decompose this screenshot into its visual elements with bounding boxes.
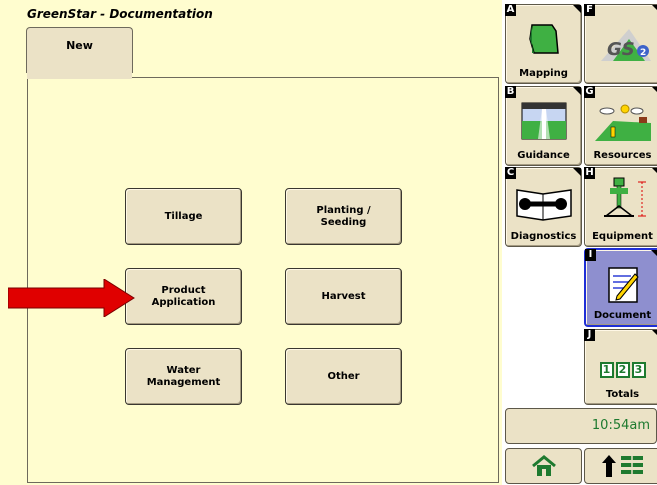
resources-button[interactable]: G Resources	[584, 86, 657, 166]
screen: GreenStar - Documentation New Tillage Pl…	[0, 0, 657, 485]
gs2-button[interactable]: F GS 2	[584, 4, 657, 84]
equipment-button[interactable]: H Equipment	[584, 167, 657, 247]
gs2-logo-icon: GS 2	[600, 29, 651, 61]
home-icon	[531, 455, 556, 476]
document-button[interactable]: I Document	[584, 248, 657, 327]
svg-text:2: 2	[640, 48, 646, 58]
planting-seeding-button[interactable]: Planting / Seeding	[285, 188, 402, 245]
tab-new[interactable]: New	[26, 27, 133, 73]
key-j-label: J	[584, 329, 595, 341]
totals-button[interactable]: J 1 2 3 Totals	[584, 329, 657, 405]
diagnostics-button[interactable]: C Diagnostics	[505, 167, 582, 247]
totals-digit: 2	[615, 362, 630, 378]
corner-marker	[651, 250, 657, 258]
guidance-label: Guidance	[517, 150, 570, 161]
up-menu-button[interactable]	[584, 448, 657, 484]
key-h-label: H	[584, 167, 595, 179]
document-icon	[607, 267, 639, 303]
totals-digit: 1	[599, 362, 614, 378]
app-title: GreenStar - Documentation	[27, 7, 213, 21]
key-i-label: I	[585, 249, 596, 261]
red-arrow-icon	[8, 279, 135, 317]
other-button[interactable]: Other	[285, 348, 402, 405]
resources-icon	[594, 104, 651, 141]
tillage-button[interactable]: Tillage	[125, 188, 242, 245]
clock-display: 10:54am	[505, 408, 657, 444]
key-a-label: A	[505, 4, 516, 16]
wrench-manual-icon	[515, 189, 572, 221]
corner-marker	[652, 87, 657, 95]
mapping-button[interactable]: A Mapping	[505, 4, 582, 84]
product-application-button[interactable]: Product Application	[125, 268, 242, 325]
key-b-label: B	[505, 86, 516, 98]
corner-marker	[573, 87, 581, 95]
totals-digit: 3	[631, 362, 646, 378]
harvest-button[interactable]: Harvest	[285, 268, 402, 325]
corner-marker	[573, 5, 581, 13]
tractor-equipment-icon	[603, 177, 646, 217]
svg-text:GS: GS	[607, 39, 635, 60]
home-button[interactable]	[505, 448, 582, 484]
totals-icon: 1 2 3	[599, 362, 646, 378]
diagnostics-label: Diagnostics	[510, 231, 577, 242]
resources-label: Resources	[593, 150, 652, 161]
corner-marker	[573, 168, 581, 176]
guidance-icon	[521, 102, 566, 140]
totals-label: Totals	[605, 389, 640, 400]
up-arrow-menu-icon	[601, 455, 643, 477]
key-f-label: F	[584, 4, 595, 16]
key-g-label: G	[584, 86, 595, 98]
field-map-icon	[528, 24, 559, 54]
water-management-button[interactable]: Water Management	[125, 348, 242, 405]
tab-connector	[27, 70, 132, 79]
corner-marker	[652, 168, 657, 176]
document-label: Document	[593, 310, 652, 321]
guidance-button[interactable]: B Guidance	[505, 86, 582, 166]
corner-marker	[652, 5, 657, 13]
corner-marker	[652, 330, 657, 338]
equipment-label: Equipment	[592, 231, 653, 242]
mapping-label: Mapping	[519, 68, 568, 79]
key-c-label: C	[505, 167, 516, 179]
